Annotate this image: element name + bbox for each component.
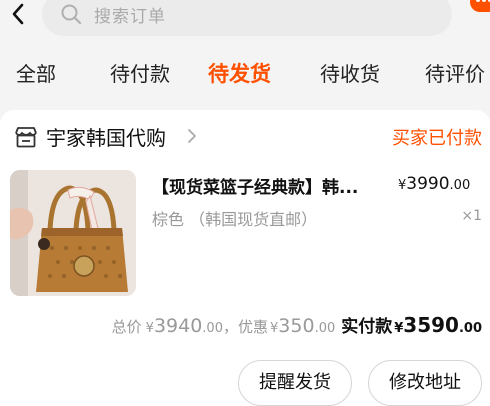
tab-pending-shipment[interactable]: 待发货 — [208, 52, 271, 96]
chevron-right-icon — [188, 129, 196, 143]
tab-pending-payment[interactable]: 待付款 — [110, 52, 170, 96]
store-header[interactable]: 宇家韩国代购 买家已付款 — [0, 120, 490, 156]
total-label: 总价 — [111, 318, 142, 336]
remind-shipment-button[interactable]: 提醒发货 — [238, 360, 352, 406]
discount-value: 350 — [278, 315, 315, 337]
order-tabs: 全部 待付款 待发货 待收货 待评价 — [0, 52, 490, 96]
search-icon — [60, 3, 82, 25]
store-icon — [15, 127, 37, 148]
order-card: 宇家韩国代购 买家已付款 【现货菜篮子经典款】韩... ¥3990.00 棕色 … — [0, 110, 490, 406]
product-price: ¥3990.00 — [398, 174, 471, 194]
total-value: 3940 — [153, 315, 203, 337]
discount-label: 优惠 — [238, 318, 269, 336]
modify-address-button[interactable]: 修改地址 — [368, 360, 482, 406]
tab-all[interactable]: 全部 — [16, 52, 56, 96]
top-bar: 搜索订单 — [0, 0, 490, 44]
product-sku: 棕色 （韩国现货直邮） — [152, 210, 318, 229]
store-name: 宇家韩国代购 — [46, 126, 166, 150]
order-summary: 总价 ¥ 3940 .00 ， 优惠 ¥ 350 .00 实付款 ¥3590.0… — [111, 313, 482, 337]
search-placeholder: 搜索订单 — [94, 6, 166, 27]
product-title[interactable]: 【现货菜篮子经典款】韩... — [152, 173, 358, 198]
more-menu-button[interactable] — [470, 0, 490, 12]
product-image[interactable] — [10, 170, 136, 296]
back-arrow-icon — [12, 3, 24, 25]
paid-label: 实付款 — [341, 317, 393, 337]
search-input[interactable]: 搜索订单 — [42, 0, 452, 36]
tab-pending-review[interactable]: 待评价 — [425, 52, 485, 96]
product-quantity: ×1 — [461, 208, 482, 224]
order-status: 买家已付款 — [392, 128, 482, 149]
back-button[interactable] — [6, 0, 30, 28]
tab-pending-receipt[interactable]: 待收货 — [320, 52, 380, 96]
paid-value: ¥3590.00 — [394, 313, 482, 337]
